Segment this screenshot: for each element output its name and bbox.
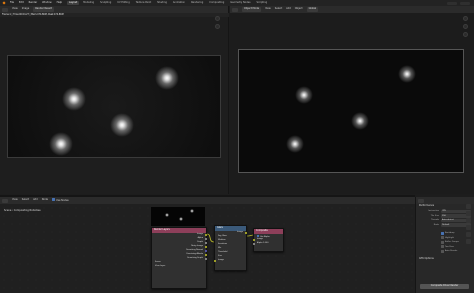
composite-node[interactable]: Composite Use Alpha Image Alpha 1.000 xyxy=(252,228,284,252)
properties-header xyxy=(416,197,474,204)
composite-render-button[interactable]: Composite Driver Render xyxy=(420,284,469,289)
link-image-to-glare xyxy=(206,233,215,243)
checkbox[interactable] xyxy=(441,240,444,244)
glare-input-image: Image xyxy=(213,259,246,263)
scene-selectors xyxy=(447,1,470,5)
pan-hand-icon[interactable] xyxy=(463,24,468,29)
alpha-value[interactable]: 1.000 xyxy=(263,242,268,244)
scene-tab-icon[interactable] xyxy=(466,232,471,237)
zoom-icon[interactable] xyxy=(463,16,468,21)
view-layer-selector[interactable] xyxy=(460,1,470,5)
checkbox[interactable] xyxy=(441,231,444,235)
blender-window: { "menubar": { "menus": ["File", "Edit",… xyxy=(0,0,474,293)
view-layer-tab-icon[interactable] xyxy=(466,225,471,230)
output-tab-icon[interactable] xyxy=(466,218,471,223)
socket-composite-image[interactable] xyxy=(252,238,255,242)
view-layer-field[interactable]: View Layer xyxy=(152,265,206,269)
use-alpha-checkbox[interactable] xyxy=(257,235,259,237)
viewport-nav-gizmos xyxy=(463,16,468,37)
camera-icon[interactable] xyxy=(463,32,468,37)
editor-type-icon[interactable] xyxy=(418,198,424,203)
checkbox[interactable] xyxy=(441,236,444,240)
link-glare-to-composite xyxy=(245,234,254,237)
render-tab-icon[interactable] xyxy=(466,211,471,216)
scene-selector[interactable] xyxy=(447,1,457,5)
socket-composite-alpha[interactable] xyxy=(252,242,255,246)
checkbox[interactable] xyxy=(441,249,444,253)
node-links xyxy=(206,233,254,243)
checkbox[interactable] xyxy=(441,245,444,249)
properties-tabs xyxy=(466,204,472,274)
tool-tab-icon[interactable] xyxy=(466,204,471,209)
socket-glare-in[interactable] xyxy=(213,259,216,263)
composite-input-alpha: Alpha 1.000 xyxy=(252,242,283,246)
render-layers-node[interactable]: Render Layers Image Alpha Depth Noisy Im… xyxy=(151,227,208,289)
world-tab-icon[interactable] xyxy=(466,239,471,244)
glare-node[interactable]: Glare Image Fog Glow Medium Iterations M… xyxy=(213,225,248,271)
